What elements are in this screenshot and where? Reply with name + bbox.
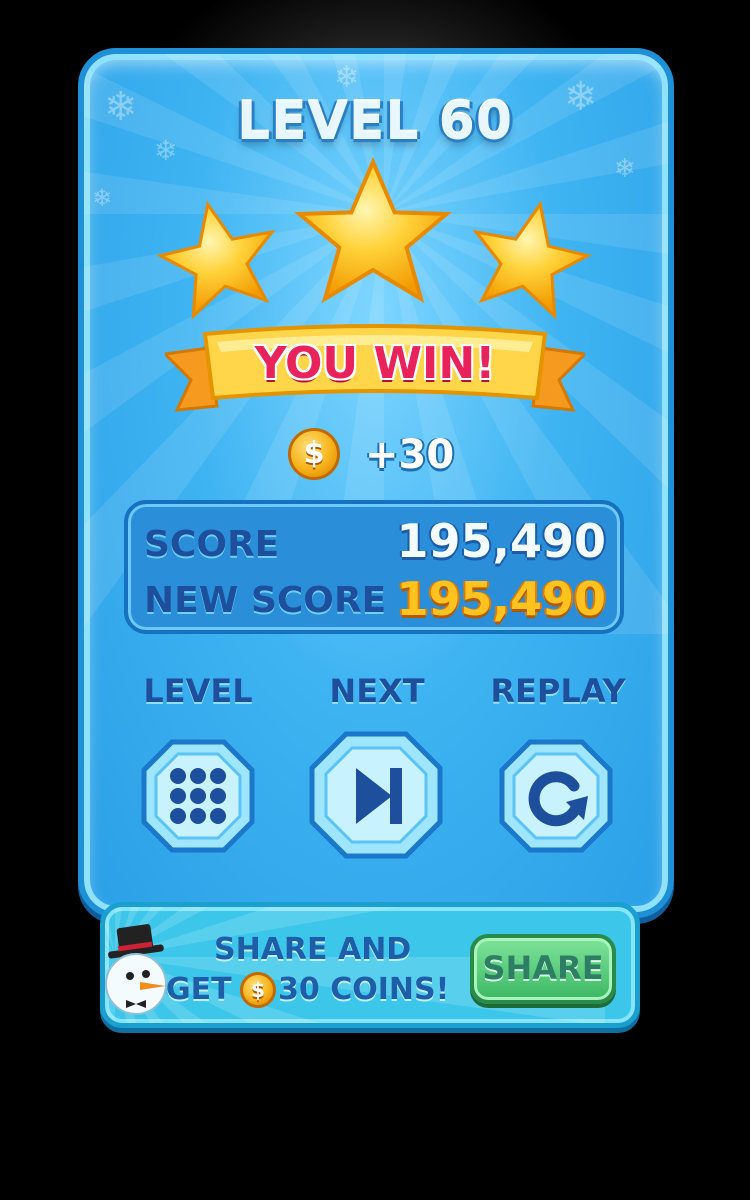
star-rating [156, 156, 592, 320]
new-score-label: NEW SCORE [144, 580, 387, 621]
star-icon [156, 200, 276, 320]
star-icon [472, 200, 592, 320]
star-icon [294, 156, 452, 304]
replay-button-label: REPLAY [490, 672, 626, 710]
next-level-button[interactable] [308, 730, 444, 860]
grid-dots-icon [141, 739, 255, 853]
skip-next-icon [309, 731, 443, 859]
level-select-button[interactable] [138, 736, 258, 856]
share-line-2-prefix: GET [166, 972, 232, 1007]
win-banner-text: YOU WIN! [254, 338, 496, 389]
new-score-value: 195,490 [396, 572, 606, 626]
coin-icon: $ [288, 428, 340, 480]
level-button-label: LEVEL [143, 672, 253, 710]
share-line-1: SHARE AND [214, 932, 412, 967]
replay-icon [499, 739, 613, 853]
next-button-label: NEXT [329, 672, 425, 710]
share-line-2-suffix: 30 COINS! [278, 972, 450, 1007]
score-label: SCORE [144, 524, 280, 565]
replay-button[interactable] [496, 736, 616, 856]
coin-icon: $ [240, 972, 276, 1008]
coin-reward-amount: +30 [365, 432, 455, 478]
score-value: 195,490 [396, 514, 606, 568]
share-button[interactable]: SHARE [470, 934, 616, 1004]
